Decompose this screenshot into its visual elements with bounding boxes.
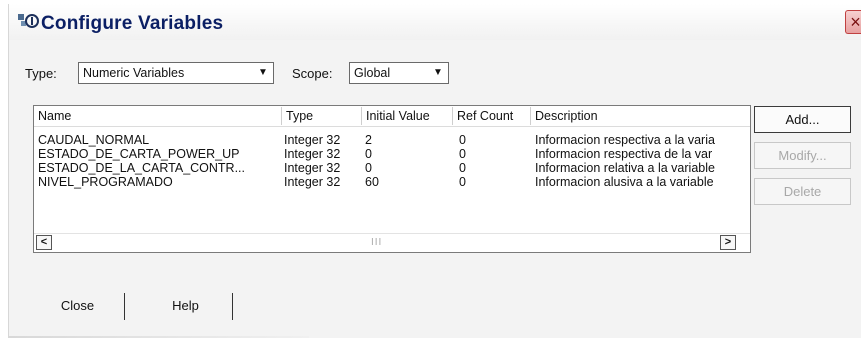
cell-type: Integer 32 [284, 161, 341, 175]
title-bar: Configure Variables × [9, 4, 861, 40]
column-header-type[interactable]: Type [282, 107, 362, 125]
column-header-name[interactable]: Name [34, 107, 282, 125]
scroll-thumb-grip[interactable]: III [371, 237, 382, 248]
cell-ref-count: 0 [459, 161, 466, 175]
type-select-value: Numeric Variables [83, 66, 185, 80]
cell-ref-count: 0 [459, 147, 466, 161]
cell-ref-count: 0 [459, 133, 466, 147]
column-header-initial-value[interactable]: Initial Value [362, 107, 453, 125]
cell-initial-value: 2 [365, 133, 372, 147]
add-button[interactable]: Add... [754, 106, 851, 133]
cell-description: Informacion alusiva a la variable [535, 175, 714, 189]
table-row[interactable]: CAUDAL_NORMAL Integer 32 2 0 Informacion… [34, 133, 750, 148]
cell-type: Integer 32 [284, 147, 341, 161]
cell-name: ESTADO_DE_LA_CARTA_CONTR... [38, 161, 246, 175]
table-row[interactable]: ESTADO_DE_CARTA_POWER_UP Integer 32 0 0 … [34, 147, 750, 162]
cell-initial-value: 0 [365, 161, 372, 175]
variables-app-icon [18, 14, 39, 28]
type-select[interactable]: Numeric Variables ▼ [78, 62, 274, 84]
type-label: Type: [25, 66, 57, 81]
help-button[interactable]: Help [139, 293, 233, 320]
configure-variables-dialog: Configure Variables × Type: Numeric Vari… [8, 4, 861, 338]
list-header: Name Type Initial Value Ref Count Descri… [34, 106, 750, 127]
scope-select[interactable]: Global ▼ [349, 62, 449, 84]
chevron-down-icon[interactable]: ▼ [256, 65, 270, 81]
cell-name: ESTADO_DE_CARTA_POWER_UP [38, 147, 240, 161]
cell-description: Informacion relativa a la variable [535, 161, 715, 175]
close-button[interactable]: Close [31, 293, 125, 320]
cell-name: CAUDAL_NORMAL [38, 133, 150, 147]
horizontal-scrollbar[interactable]: < III > [34, 233, 750, 252]
cell-description: Informacion respectiva de la var [535, 147, 713, 161]
scroll-right-button[interactable]: > [720, 235, 736, 250]
table-row[interactable]: ESTADO_DE_LA_CARTA_CONTR... Integer 32 0… [34, 161, 750, 176]
scope-select-value: Global [354, 66, 391, 80]
cell-initial-value: 0 [365, 147, 372, 161]
modify-button[interactable]: Modify... [754, 142, 851, 169]
variables-list[interactable]: Name Type Initial Value Ref Count Descri… [33, 105, 751, 253]
chevron-down-icon[interactable]: ▼ [431, 65, 445, 81]
cell-name: NIVEL_PROGRAMADO [38, 175, 173, 189]
close-window-button[interactable]: × [845, 10, 861, 34]
cell-ref-count: 0 [459, 175, 466, 189]
cell-type: Integer 32 [284, 175, 341, 189]
cell-type: Integer 32 [284, 133, 341, 147]
scope-label: Scope: [292, 66, 333, 81]
delete-button[interactable]: Delete [754, 178, 851, 205]
column-header-description[interactable]: Description [531, 107, 750, 125]
column-header-ref-count[interactable]: Ref Count [453, 107, 531, 125]
cell-description: Informacion respectiva a la varia [535, 133, 715, 147]
table-row[interactable]: NIVEL_PROGRAMADO Integer 32 60 0 Informa… [34, 175, 750, 190]
dialog-title: Configure Variables [41, 13, 224, 34]
status-divider [9, 336, 309, 338]
scroll-left-button[interactable]: < [36, 235, 52, 250]
cell-initial-value: 60 [365, 175, 379, 189]
